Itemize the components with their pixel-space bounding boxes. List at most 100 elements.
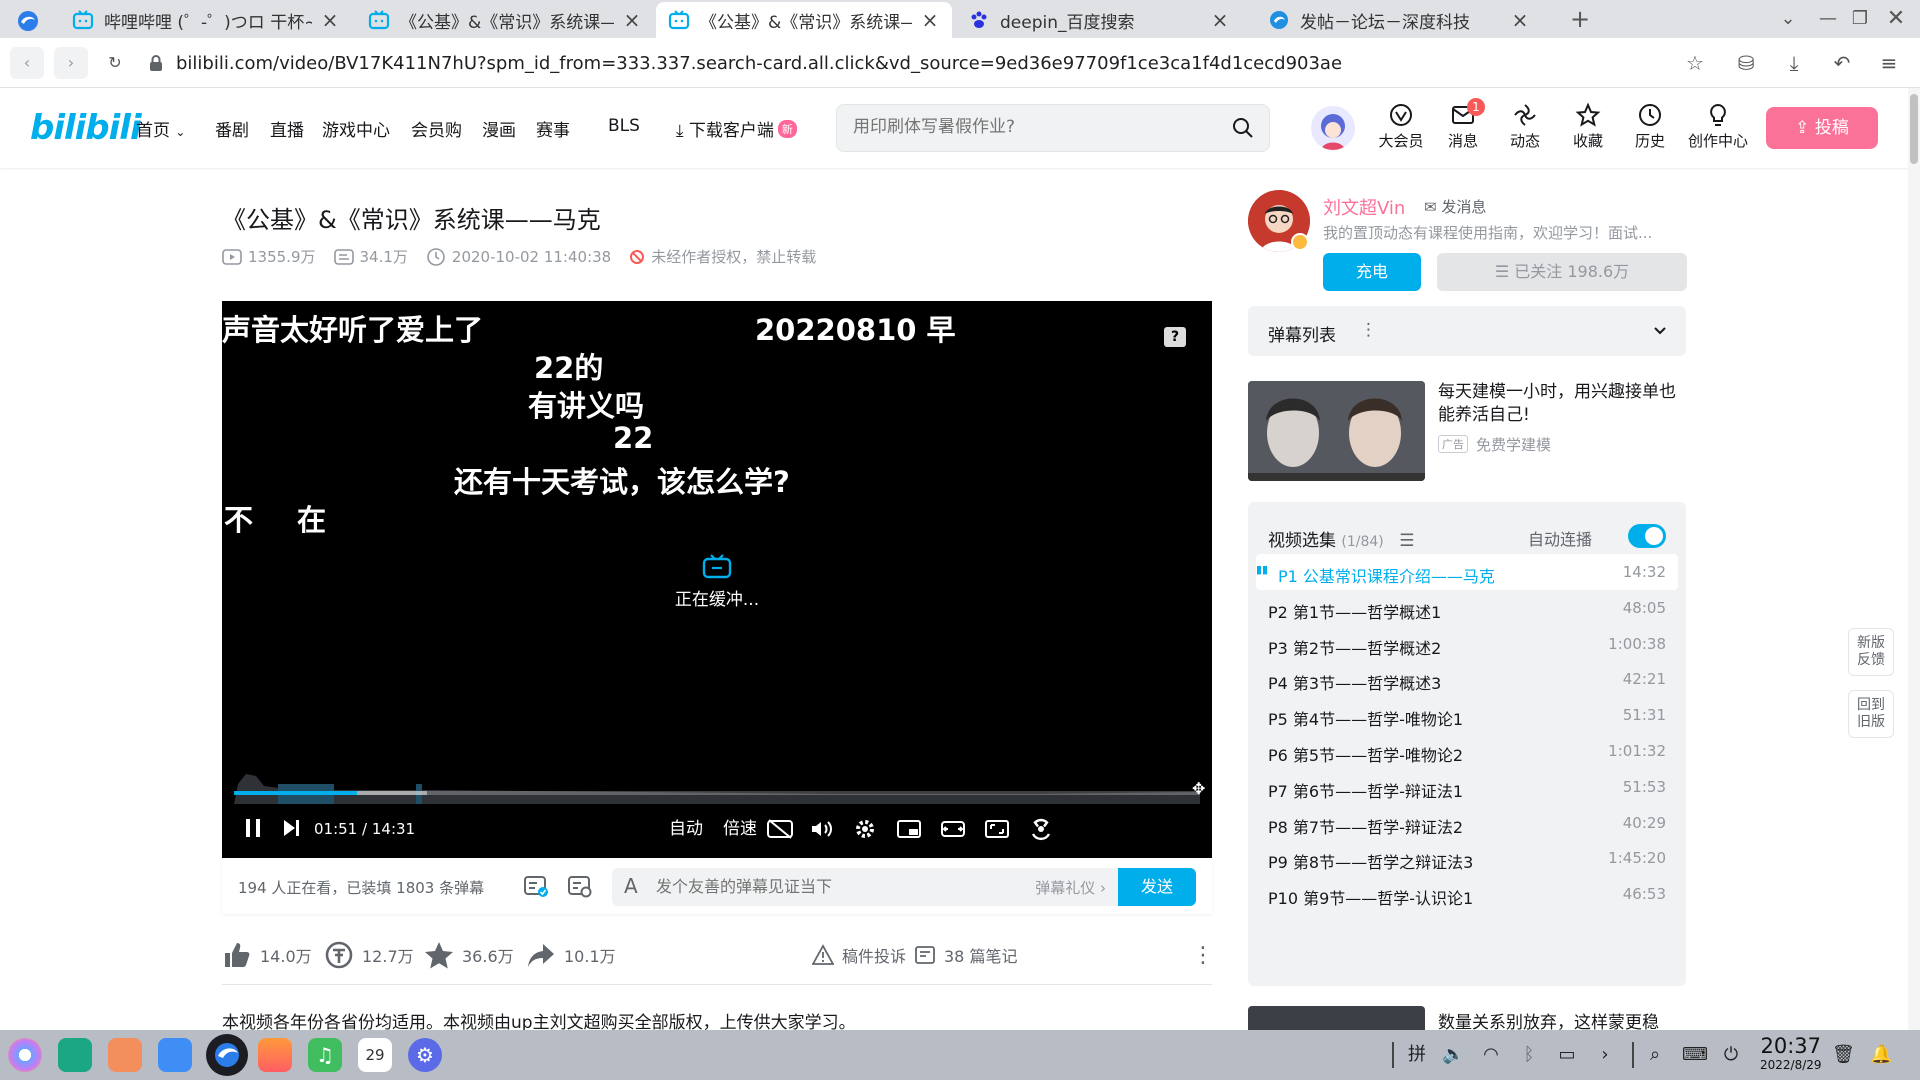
tray-expand-icon[interactable]: › [1594,1044,1616,1066]
tab-list-chevron-icon[interactable]: ⌄ [1768,4,1808,34]
notes-button[interactable]: 38 篇笔记 [914,935,1017,975]
episode-item[interactable]: P10 第9节——哲学-认识论1 46:53 [1256,876,1678,912]
episode-item[interactable]: P3 第2节——哲学概述2 1:00:38 [1256,626,1678,662]
calendar-icon[interactable]: 29 [358,1038,392,1072]
header-creator[interactable]: 创作中心 [1683,102,1753,151]
volume-icon[interactable]: 🔈 [1442,1044,1464,1066]
undo-icon[interactable]: ↶ [1829,50,1855,76]
nav-bls[interactable]: BLS [608,116,640,136]
nav-game[interactable]: 游戏中心 [322,116,390,141]
app-store-grid-icon[interactable] [108,1038,142,1072]
speed-button[interactable]: 倍速 [716,813,764,845]
settings-dock-icon[interactable]: ⚙ [408,1038,442,1072]
url-field[interactable]: bilibili.com/video/BV17K411N7hU?spm_id_f… [148,45,1688,81]
help-icon[interactable]: ? [1164,327,1186,347]
battery-icon[interactable]: ▭ [1556,1044,1578,1066]
chevron-down-icon[interactable] [1652,323,1668,339]
like-button[interactable]: 14.0万 [222,935,312,975]
nav-home[interactable]: 首页 ⌄ [136,116,185,141]
trash-icon[interactable]: 🗑 [1832,1044,1855,1066]
nav-mall[interactable]: 会员购 [411,116,462,141]
download-client-link[interactable]: ⤓ 下载客户端新 [676,116,797,141]
header-messages[interactable]: 1 消息 [1433,98,1493,151]
forward-button[interactable]: › [54,47,88,79]
header-history[interactable]: 历史 [1620,102,1680,151]
quality-button[interactable]: 自动 [662,813,710,845]
tab-close-icon[interactable]: × [622,8,642,32]
uploader-name[interactable]: 刘文超Vin [1323,194,1405,220]
bookmark-star-icon[interactable]: ☆ [1682,50,1708,76]
back-button[interactable]: ‹ [10,47,44,79]
browser-logo-icon[interactable] [16,9,40,33]
report-button[interactable]: 稿件投诉 [812,935,906,975]
episode-item[interactable]: P6 第5节——哲学-唯物论2 1:01:32 [1256,733,1678,769]
scrollbar-thumb[interactable] [1910,94,1918,164]
header-vip[interactable]: 大会员 [1371,102,1431,151]
episode-item[interactable]: P7 第6节——哲学-辩证法1 51:53 [1256,769,1678,805]
avatar[interactable] [1311,106,1355,150]
episode-item[interactable]: P2 第1节——哲学概述1 48:05 [1256,590,1678,626]
tab-baidu[interactable]: deepin_百度搜索 × [956,2,1242,38]
tab-video-active[interactable]: 《公基》&《常识》系统课——马克 × [656,2,952,38]
wifi-icon[interactable]: ◠ [1480,1044,1502,1066]
video-player[interactable]: 声音太好听了爱上了 20220810 早 22的 有讲义吗 22 还有十天考试，… [222,301,1212,858]
keyboard-icon[interactable]: ⌨ [1682,1044,1708,1066]
danmaku-input[interactable] [656,877,986,896]
upload-button[interactable]: ⇪ 投稿 [1766,107,1878,149]
back-to-old-version[interactable]: 回到旧版 [1848,690,1894,738]
danmaku-toggle-icon[interactable] [522,872,550,900]
reload-button[interactable]: ↻ [98,47,132,79]
nav-manga[interactable]: 漫画 [482,116,516,141]
header-dynamic[interactable]: 动态 [1495,102,1555,151]
send-danmaku-button[interactable]: 发送 [1118,868,1196,906]
browser-dock-icon[interactable] [206,1034,248,1076]
charge-button[interactable]: 充电 [1323,253,1421,291]
multitask-view-icon[interactable] [58,1038,92,1072]
ad-title[interactable]: 每天建模一小时，用兴趣接单也能养活自己! [1438,381,1688,427]
menu-icon[interactable]: ≡ [1876,50,1902,76]
nav-match[interactable]: 赛事 [536,116,570,141]
tab-bilibili-home[interactable]: 哔哩哔哩 (゜-゜)つロ 干杯~-bilibili × [60,2,352,38]
progress-handle-icon[interactable]: ✥ [1192,779,1205,798]
download-icon[interactable]: ⤓ [1781,50,1807,76]
coin-button[interactable]: 12.7万 [324,935,414,975]
launcher-icon[interactable] [8,1038,42,1072]
widescreen-button[interactable] [936,813,970,845]
follow-button[interactable]: ☰ 已关注 198.6万 [1437,253,1687,291]
power-icon[interactable]: ⏻ [1720,1044,1742,1066]
episode-item[interactable]: P8 第7节——哲学-辩证法2 40:29 [1256,805,1678,841]
bluetooth-icon[interactable]: ᛒ [1518,1044,1540,1066]
progress-bar[interactable] [234,791,1200,795]
subtitle-off-button[interactable] [762,813,798,845]
search-icon[interactable]: ⌕ [1644,1044,1666,1066]
danmaku-settings-icon[interactable] [566,872,594,900]
clock[interactable]: 20:37 2022/8/29 [1760,1034,1822,1072]
more-menu-icon[interactable]: ⋮ [1192,935,1214,975]
web-fullscreen-button[interactable] [980,813,1014,845]
page-scrollbar[interactable] [1908,88,1920,1030]
close-window-icon[interactable]: ✕ [1876,4,1916,34]
new-tab-button[interactable]: + [1560,4,1600,34]
music-icon[interactable]: ♫ [308,1038,342,1072]
image-viewer-icon[interactable] [258,1038,292,1072]
notification-bell-icon[interactable]: 🔔 [1870,1044,1892,1066]
pause-button[interactable] [236,813,270,845]
volume-button[interactable] [804,813,838,845]
share-button[interactable]: 10.1万 [526,935,616,975]
input-method-icon[interactable]: 拼 [1406,1044,1428,1066]
search-input[interactable] [853,117,1223,137]
episode-item[interactable]: P9 第8节——哲学之辩证法3 1:45:20 [1256,840,1678,876]
nav-live[interactable]: 直播 [270,116,304,141]
restore-icon[interactable]: ❐ [1840,4,1880,34]
settings-button[interactable] [848,813,882,845]
more-vertical-icon[interactable]: ⋮ [1360,320,1377,340]
episode-item[interactable]: P4 第3节——哲学概述3 42:21 [1256,661,1678,697]
extension-icon[interactable]: ⛁ [1733,50,1759,76]
next-button[interactable] [274,813,308,845]
header-favorites[interactable]: 收藏 [1558,102,1618,151]
favorite-button[interactable]: 36.6万 [424,935,514,975]
nav-anime[interactable]: 番剧 [215,116,249,141]
episode-item[interactable]: P5 第4节——哲学-唯物论1 51:31 [1256,697,1678,733]
episode-item-active[interactable]: ▮▮ P1 公基常识课程介绍——马克 14:32 [1256,554,1678,590]
danmaku-etiquette-link[interactable]: 弹幕礼仪 › [1035,877,1106,898]
